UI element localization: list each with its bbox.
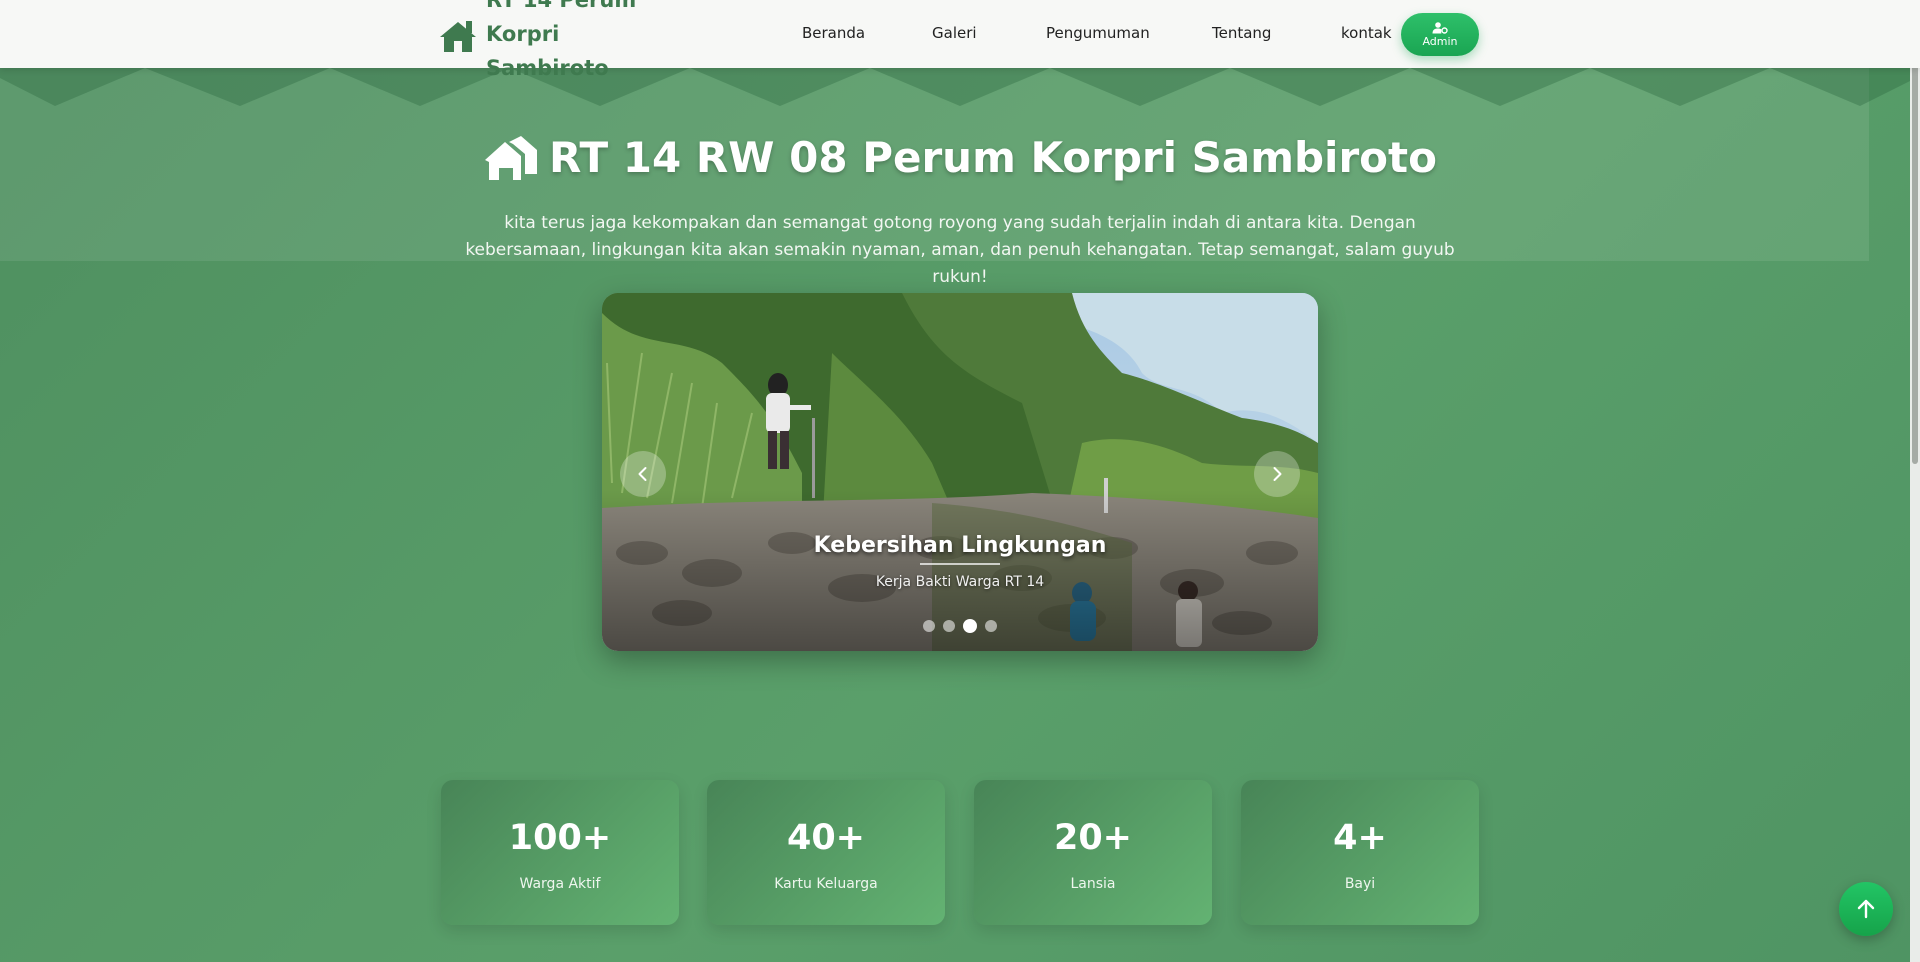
carousel-indicator-2[interactable] — [943, 620, 955, 632]
arrow-up-icon — [1857, 899, 1875, 919]
nav-link-pengumuman[interactable]: Pengumuman — [1046, 24, 1150, 42]
stat-card-warga: 100+ Warga Aktif — [441, 780, 679, 925]
zigzag-decoration — [0, 68, 1920, 106]
hero-title: RT 14 RW 08 Perum Korpri Sambiroto — [0, 133, 1920, 182]
admin-label: Admin — [1422, 34, 1458, 48]
stat-value: 20+ — [1053, 818, 1133, 858]
nav-link-beranda[interactable]: Beranda — [802, 24, 865, 42]
nav-links: Beranda Galeri Pengumuman Tentang kontak — [0, 0, 1920, 68]
stat-card-kartu-keluarga: 40+ Kartu Keluarga — [707, 780, 945, 925]
stat-label: Warga Aktif — [519, 876, 601, 892]
stat-label: Kartu Keluarga — [774, 876, 878, 892]
scroll-to-top-button[interactable] — [1839, 882, 1893, 936]
nav-link-tentang[interactable]: Tentang — [1212, 24, 1271, 42]
stat-label: Lansia — [1070, 876, 1116, 892]
carousel-next-button[interactable] — [1254, 451, 1300, 497]
carousel-indicator-1[interactable] — [923, 620, 935, 632]
carousel-caption-subtitle: Kerja Bakti Warga RT 14 — [875, 574, 1045, 590]
stat-value: 40+ — [786, 818, 866, 858]
stat-card-bayi: 4+ Bayi — [1241, 780, 1479, 925]
chevron-right-icon — [1273, 467, 1282, 481]
stat-label: Bayi — [1344, 876, 1376, 892]
carousel-indicator-4[interactable] — [985, 620, 997, 632]
nav-link-kontak[interactable]: kontak — [1341, 24, 1392, 42]
navbar: RT 14 Perum Korpri Sambiroto Beranda Gal… — [0, 0, 1920, 80]
carousel-slide-image — [602, 293, 1318, 651]
carousel-indicator-3[interactable] — [963, 619, 977, 633]
scrollbar-thumb[interactable] — [1912, 4, 1918, 464]
carousel-prev-button[interactable] — [620, 451, 666, 497]
chevron-left-icon — [638, 467, 647, 481]
admin-button[interactable]: Admin — [1401, 13, 1479, 56]
page-scrollbar[interactable] — [1910, 0, 1920, 962]
hero-subtitle: kita terus jaga kekompakan dan semangat … — [465, 213, 1455, 287]
stat-value: 100+ — [508, 818, 612, 858]
stat-card-lansia: 20+ Lansia — [974, 780, 1212, 925]
stat-value: 4+ — [1333, 818, 1387, 858]
image-carousel: Kebersihan Lingkungan Kerja Bakti Warga … — [602, 293, 1318, 651]
user-cog-icon — [1432, 21, 1448, 34]
carousel-caption-title: Kebersihan Lingkungan — [813, 533, 1107, 558]
houses-icon — [485, 135, 538, 180]
caption-underline — [920, 563, 1000, 565]
hero-title-text: RT 14 RW 08 Perum Korpri Sambiroto — [549, 133, 1437, 182]
nav-link-galeri[interactable]: Galeri — [932, 24, 977, 42]
carousel-indicators — [602, 619, 1318, 633]
